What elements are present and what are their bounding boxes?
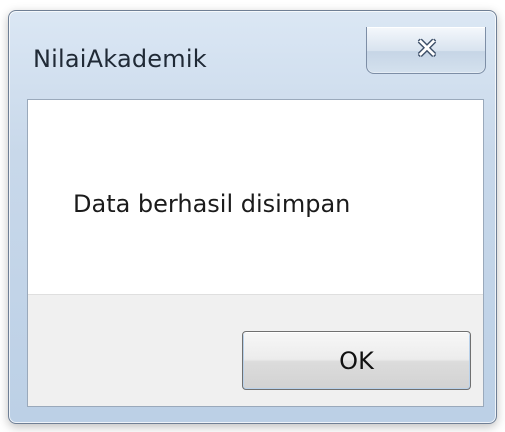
close-icon: ✕ <box>415 32 439 65</box>
dialog-content: Data berhasil disimpan OK <box>27 99 484 407</box>
title-bar: NilaiAkademik ✕ <box>9 11 496 99</box>
message-area: Data berhasil disimpan <box>28 100 483 294</box>
ok-button[interactable]: OK <box>242 331 471 390</box>
dialog-message: Data berhasil disimpan <box>73 190 351 218</box>
message-dialog-window: NilaiAkademik ✕ Data berhasil disimpan O… <box>8 10 497 424</box>
close-button[interactable]: ✕ <box>366 27 486 74</box>
window-title: NilaiAkademik <box>33 45 207 73</box>
button-area: OK <box>28 294 483 406</box>
